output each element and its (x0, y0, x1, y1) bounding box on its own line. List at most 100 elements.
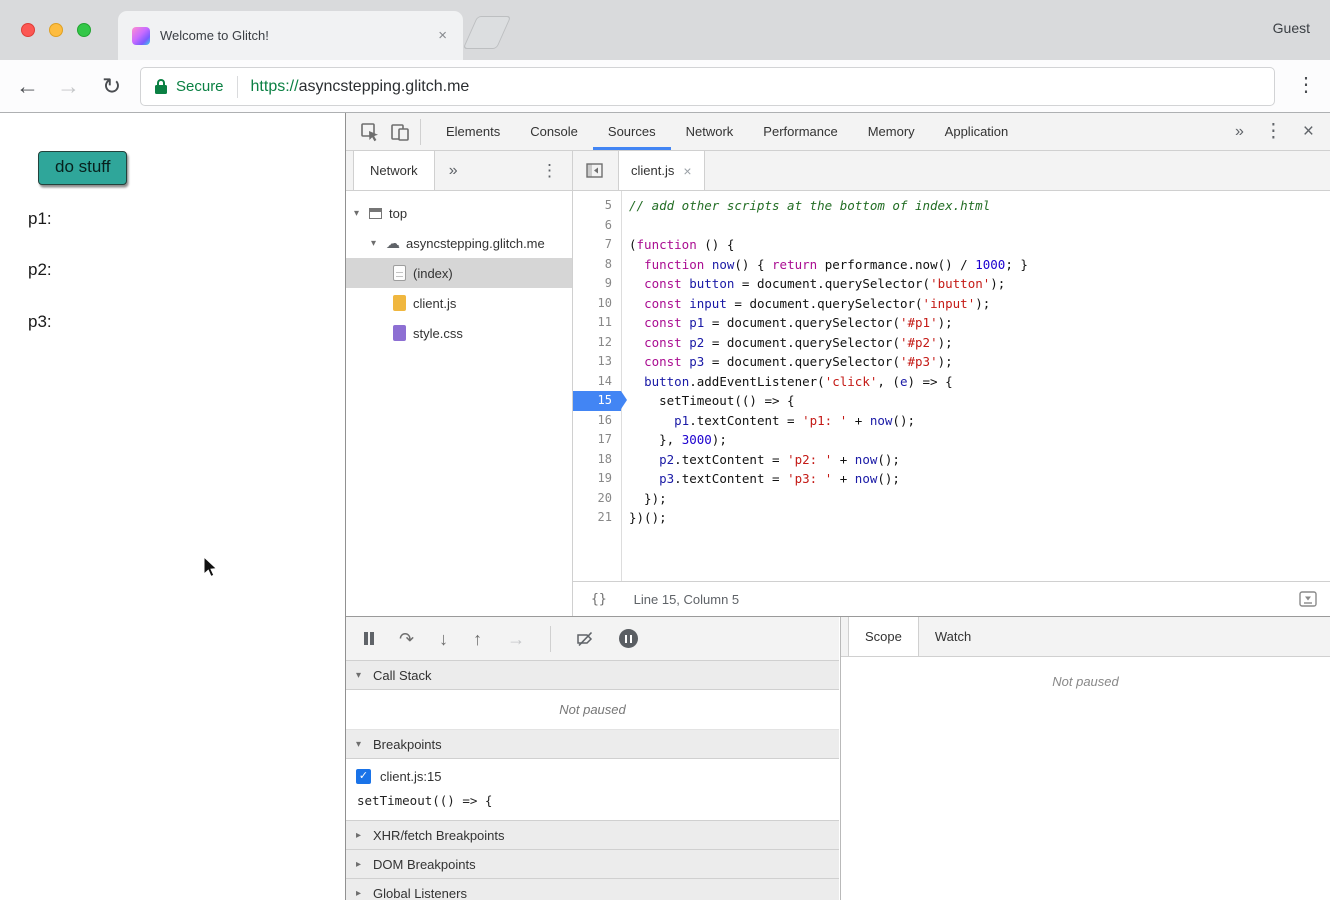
debugger-drawer: ↷ ↓ ↑ → ▾ Call Stack Not paused ▾ (346, 616, 1330, 900)
code-area[interactable]: // add other scripts at the bottom of in… (621, 191, 1330, 581)
line-number[interactable]: 20 (573, 489, 621, 509)
line-number[interactable]: 9 (573, 274, 621, 294)
chevron-expanded-icon[interactable]: ▾ (371, 238, 386, 249)
minimize-window-button[interactable] (49, 23, 63, 37)
tab-close-icon[interactable]: × (436, 27, 449, 44)
close-window-button[interactable] (21, 23, 35, 37)
editor-tab-clientjs[interactable]: client.js × (618, 151, 705, 190)
back-icon[interactable]: ← (16, 70, 39, 102)
code-line[interactable]: function now() { return performance.now(… (629, 255, 1330, 275)
line-number[interactable]: 8 (573, 255, 621, 275)
code-line[interactable]: const input = document.querySelector('in… (629, 294, 1330, 314)
reload-icon[interactable]: ↻ (102, 70, 121, 102)
p3-text: p3: (28, 312, 52, 332)
stylesheet-file-icon (393, 325, 406, 341)
xhr-breakpoints-section-header[interactable]: ▸ XHR/fetch Breakpoints (346, 821, 839, 850)
line-number[interactable]: 16 (573, 411, 621, 431)
tab-sources[interactable]: Sources (593, 113, 671, 150)
code-line[interactable]: }); (629, 489, 1330, 509)
line-number[interactable]: 5 (573, 196, 621, 216)
zoom-window-button[interactable] (77, 23, 91, 37)
call-stack-section-header[interactable]: ▾ Call Stack (346, 661, 839, 690)
breakpoint-checkbox[interactable]: ✓ (356, 769, 371, 784)
profile-name[interactable]: Guest (1273, 20, 1310, 36)
tree-item-index[interactable]: (index) (346, 258, 572, 288)
step-into-icon[interactable]: ↓ (439, 630, 448, 648)
code-line[interactable]: }, 3000); (629, 430, 1330, 450)
tab-watch[interactable]: Watch (919, 617, 987, 656)
dom-breakpoints-section-header[interactable]: ▸ DOM Breakpoints (346, 850, 839, 879)
devtools-menu-icon[interactable]: ⋮ (1264, 120, 1283, 143)
breakpoint-line-number[interactable]: 15 (573, 391, 621, 411)
tab-console[interactable]: Console (515, 113, 593, 150)
tree-item-origin[interactable]: ▾ ☁ asyncstepping.glitch.me (346, 228, 572, 258)
line-number[interactable]: 11 (573, 313, 621, 333)
line-number[interactable]: 10 (573, 294, 621, 314)
devtools-close-icon[interactable]: × (1303, 121, 1314, 143)
code-line[interactable]: button.addEventListener('click', (e) => … (629, 372, 1330, 392)
code-line[interactable] (629, 216, 1330, 236)
url-host: asyncstepping.glitch.me (299, 78, 470, 95)
editor-tab-close-icon[interactable]: × (683, 163, 691, 179)
tree-item-clientjs[interactable]: client.js (346, 288, 572, 318)
sidebar-more-tabs-icon[interactable]: » (449, 162, 458, 180)
deactivate-breakpoints-icon[interactable] (576, 631, 594, 647)
line-number[interactable]: 21 (573, 508, 621, 528)
tab-performance[interactable]: Performance (748, 113, 852, 150)
new-tab-button[interactable] (463, 16, 512, 49)
code-line[interactable]: const p2 = document.querySelector('#p2')… (629, 333, 1330, 353)
sidebar-tab-network[interactable]: Network (353, 151, 435, 190)
code-line[interactable]: p2.textContent = 'p2: ' + now(); (629, 450, 1330, 470)
line-number[interactable]: 14 (573, 372, 621, 392)
code-line[interactable]: const p3 = document.querySelector('#p3')… (629, 352, 1330, 372)
pause-on-exceptions-icon[interactable] (619, 629, 638, 648)
tree-item-stylecss[interactable]: style.css (346, 318, 572, 348)
tab-scope[interactable]: Scope (848, 617, 919, 656)
code-line[interactable]: })(); (629, 508, 1330, 528)
step-over-icon[interactable]: ↷ (399, 630, 414, 648)
code-line[interactable]: setTimeout(() => { (629, 391, 1330, 411)
code-line[interactable]: const button = document.querySelector('b… (629, 274, 1330, 294)
line-number[interactable]: 19 (573, 469, 621, 489)
tab-network[interactable]: Network (671, 113, 749, 150)
tree-item-label: top (389, 206, 407, 221)
browser-menu-icon[interactable]: ⋮ (1296, 72, 1316, 97)
breakpoints-section-header[interactable]: ▾ Breakpoints (346, 730, 839, 759)
do-stuff-button[interactable]: do stuff (38, 151, 127, 185)
tab-elements[interactable]: Elements (431, 113, 515, 150)
step-out-icon[interactable]: ↑ (473, 630, 482, 648)
sidebar-toggle-icon[interactable] (1299, 591, 1317, 607)
code-line[interactable]: p3.textContent = 'p3: ' + now(); (629, 469, 1330, 489)
code-line[interactable]: // add other scripts at the bottom of in… (629, 196, 1330, 216)
cursor-position-text: Line 15, Column 5 (634, 592, 740, 607)
device-toolbar-icon[interactable] (390, 122, 410, 142)
line-number[interactable]: 17 (573, 430, 621, 450)
debugger-toolbar: ↷ ↓ ↑ → (346, 617, 839, 661)
line-number[interactable]: 12 (573, 333, 621, 353)
tab-memory[interactable]: Memory (853, 113, 930, 150)
omnibox[interactable]: Secure https://asyncstepping.glitch.me (140, 67, 1275, 106)
code-line[interactable]: const p1 = document.querySelector('#p1')… (629, 313, 1330, 333)
global-listeners-section-header[interactable]: ▸ Global Listeners (346, 879, 839, 900)
line-number[interactable]: 18 (573, 450, 621, 470)
line-number-gutter[interactable]: 56789101112131415161718192021 (573, 191, 621, 581)
tab-application[interactable]: Application (930, 113, 1024, 150)
tree-item-top[interactable]: ▾ top (346, 198, 572, 228)
collapse-navigator-icon[interactable] (586, 163, 603, 178)
more-tabs-icon[interactable]: » (1235, 123, 1244, 141)
line-number[interactable]: 13 (573, 352, 621, 372)
line-number[interactable]: 6 (573, 216, 621, 236)
sidebar-menu-icon[interactable]: ⋮ (541, 161, 572, 181)
line-number[interactable]: 7 (573, 235, 621, 255)
breakpoint-entry[interactable]: ✓ client.js:15 setTimeout(() => { (346, 759, 839, 821)
inspect-element-icon[interactable] (360, 122, 380, 142)
code-line[interactable]: p1.textContent = 'p1: ' + now(); (629, 411, 1330, 431)
code-line[interactable]: (function () { (629, 235, 1330, 255)
browser-tab[interactable]: Welcome to Glitch! × (118, 11, 463, 60)
tree-item-label: (index) (413, 266, 453, 281)
cloud-icon: ☁ (386, 235, 400, 252)
chevron-expanded-icon[interactable]: ▾ (354, 208, 369, 219)
pretty-print-icon[interactable]: {} (591, 592, 607, 607)
pause-script-icon[interactable] (364, 632, 374, 645)
code-editor[interactable]: 56789101112131415161718192021 // add oth… (573, 191, 1330, 581)
